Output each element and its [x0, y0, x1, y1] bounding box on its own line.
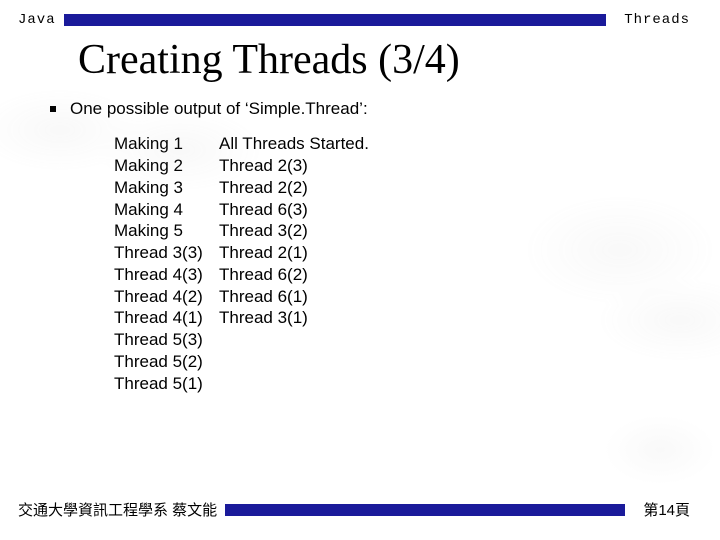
slide-title: Creating Threads (3/4) — [0, 28, 720, 98]
output-line: Making 1 — [114, 133, 219, 155]
output-line: Thread 6(3) — [219, 199, 369, 221]
footer-bar — [225, 504, 625, 516]
output-line: Thread 5(2) — [114, 351, 219, 373]
output-line: Making 5 — [114, 220, 219, 242]
output-line: Thread 5(3) — [114, 329, 219, 351]
output-line: Thread 5(1) — [114, 373, 219, 395]
header-left-label: Java — [18, 12, 56, 28]
header: Java Threads — [0, 0, 720, 28]
footer-left-label: 交通大學資訊工程學系 蔡文能 — [18, 499, 217, 520]
output-line: Making 3 — [114, 177, 219, 199]
header-bar — [64, 14, 607, 26]
bullet-marker — [50, 106, 56, 112]
output-line: Thread 2(2) — [219, 177, 369, 199]
output-line: All Threads Started. — [219, 133, 369, 155]
output-line: Thread 6(1) — [219, 286, 369, 308]
bullet-item: One possible output of ‘Simple.Thread’: — [50, 98, 670, 119]
output-line: Thread 2(3) — [219, 155, 369, 177]
output-column-1: Making 1 Making 2 Making 3 Making 4 Maki… — [114, 133, 219, 394]
output-line: Thread 3(3) — [114, 242, 219, 264]
output-line: Thread 3(1) — [219, 307, 369, 329]
header-right-label: Threads — [624, 12, 690, 28]
output-line: Thread 3(2) — [219, 220, 369, 242]
output-line: Thread 4(2) — [114, 286, 219, 308]
bullet-text: One possible output of ‘Simple.Thread’: — [70, 98, 368, 119]
output-line: Thread 6(2) — [219, 264, 369, 286]
footer-page-number: 第14頁 — [643, 499, 690, 520]
output-line: Making 4 — [114, 199, 219, 221]
output-line: Thread 4(3) — [114, 264, 219, 286]
slide-body: One possible output of ‘Simple.Thread’: … — [0, 98, 720, 394]
output-line: Making 2 — [114, 155, 219, 177]
output-line: Thread 4(1) — [114, 307, 219, 329]
watermark-shape — [590, 390, 720, 510]
output-column-2: All Threads Started. Thread 2(3) Thread … — [219, 133, 369, 394]
output-block: Making 1 Making 2 Making 3 Making 4 Maki… — [114, 133, 670, 394]
output-line: Thread 2(1) — [219, 242, 369, 264]
footer: 交通大學資訊工程學系 蔡文能 第14頁 — [0, 499, 720, 520]
